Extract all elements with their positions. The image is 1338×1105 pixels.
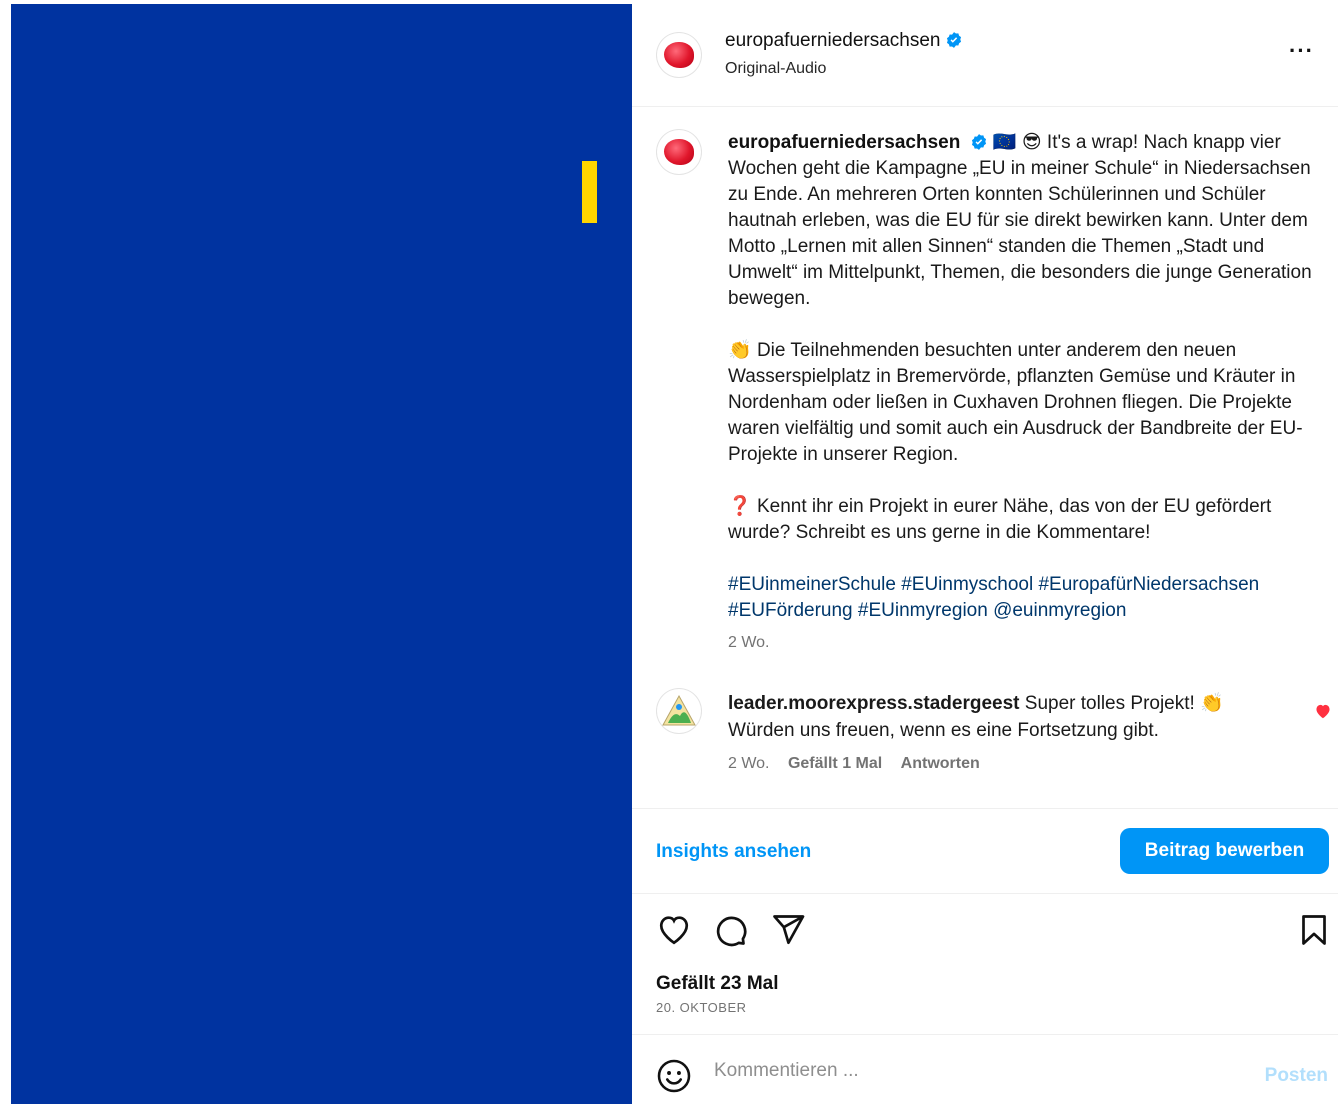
like-heart-icon[interactable] (656, 912, 692, 948)
comment-bubble-icon[interactable] (712, 912, 748, 948)
commenter-avatar[interactable] (656, 688, 702, 734)
save-bookmark-icon[interactable] (1296, 912, 1332, 948)
caption-avatar[interactable] (656, 129, 702, 175)
cool-face-emoji: 😎 (1021, 132, 1042, 153)
post-media[interactable] (11, 4, 632, 1104)
post-date: 20. OKTOBER (656, 1000, 747, 1015)
post-comment-button[interactable]: Posten (1265, 1065, 1328, 1087)
comment-text-2: Würden uns freuen, wenn es eine Fortsetz… (728, 720, 1159, 741)
caption-paragraph-2: Die Teilnehmenden besuchten unter andere… (728, 340, 1303, 465)
comment-composer: Posten (632, 1034, 1338, 1105)
comment-time[interactable]: 2 Wo. (728, 755, 770, 772)
commenter-logo-icon (662, 694, 696, 726)
caption-paragraph-3: Kennt ihr ein Projekt in eurer Nähe, das… (728, 496, 1272, 543)
comment-reply[interactable]: Antworten (901, 755, 980, 772)
promote-post-button[interactable]: Beitrag bewerben (1120, 828, 1329, 874)
more-options-icon[interactable]: ··· (1289, 38, 1314, 64)
post-caption: europafuerniedersachsen 🇪🇺 😎 It's a wrap… (728, 130, 1318, 624)
share-send-icon[interactable] (770, 912, 806, 948)
comment-text: Super tolles Projekt! (1024, 693, 1195, 714)
comment-meta: 2 Wo. Gefällt 1 Mal Antworten (728, 755, 994, 773)
hashtags-line-2[interactable]: #EUFörderung #EUinmyregion @euinmyregion (728, 600, 1126, 621)
post-header: europafuerniedersachsen Original-Audio ·… (632, 0, 1338, 107)
comment-likes[interactable]: Gefällt 1 Mal (788, 755, 882, 772)
eu-flag-emoji: 🇪🇺 (992, 132, 1017, 153)
verified-badge-icon (946, 32, 961, 48)
comment-like-heart-icon[interactable] (1314, 703, 1332, 719)
comment-body: leader.moorexpress.stadergeest Super tol… (728, 690, 1298, 744)
question-emoji: ❓ (728, 496, 752, 517)
clap-emoji: 👏 (728, 340, 752, 361)
hashtags-line-1[interactable]: #EUinmeinerSchule #EUinmyschool #Europaf… (728, 574, 1259, 595)
insights-link[interactable]: Insights ansehen (656, 841, 811, 863)
caption-username[interactable]: europafuerniedersachsen (728, 132, 960, 153)
verified-badge-icon (971, 134, 986, 150)
comment-input[interactable] (712, 1053, 1236, 1089)
commenter-username[interactable]: leader.moorexpress.stadergeest (728, 693, 1020, 714)
emoji-picker-icon[interactable] (656, 1058, 692, 1094)
post-action-icons (632, 912, 1338, 952)
audio-label[interactable]: Original-Audio (725, 60, 826, 78)
insights-bar: Insights ansehen Beitrag bewerben (632, 808, 1338, 894)
caption-paragraph-1: It's a wrap! Nach knapp vier Wochen geht… (728, 132, 1312, 309)
author-username[interactable]: europafuerniedersachsen (725, 30, 963, 52)
comment-clap-emoji: 👏 (1200, 693, 1224, 714)
author-avatar[interactable] (656, 32, 702, 78)
post-side-panel: europafuerniedersachsen Original-Audio ·… (632, 0, 1338, 1104)
media-yellow-mark (582, 161, 597, 223)
post-time[interactable]: 2 Wo. (728, 634, 770, 652)
like-count[interactable]: Gefällt 23 Mal (656, 973, 779, 995)
